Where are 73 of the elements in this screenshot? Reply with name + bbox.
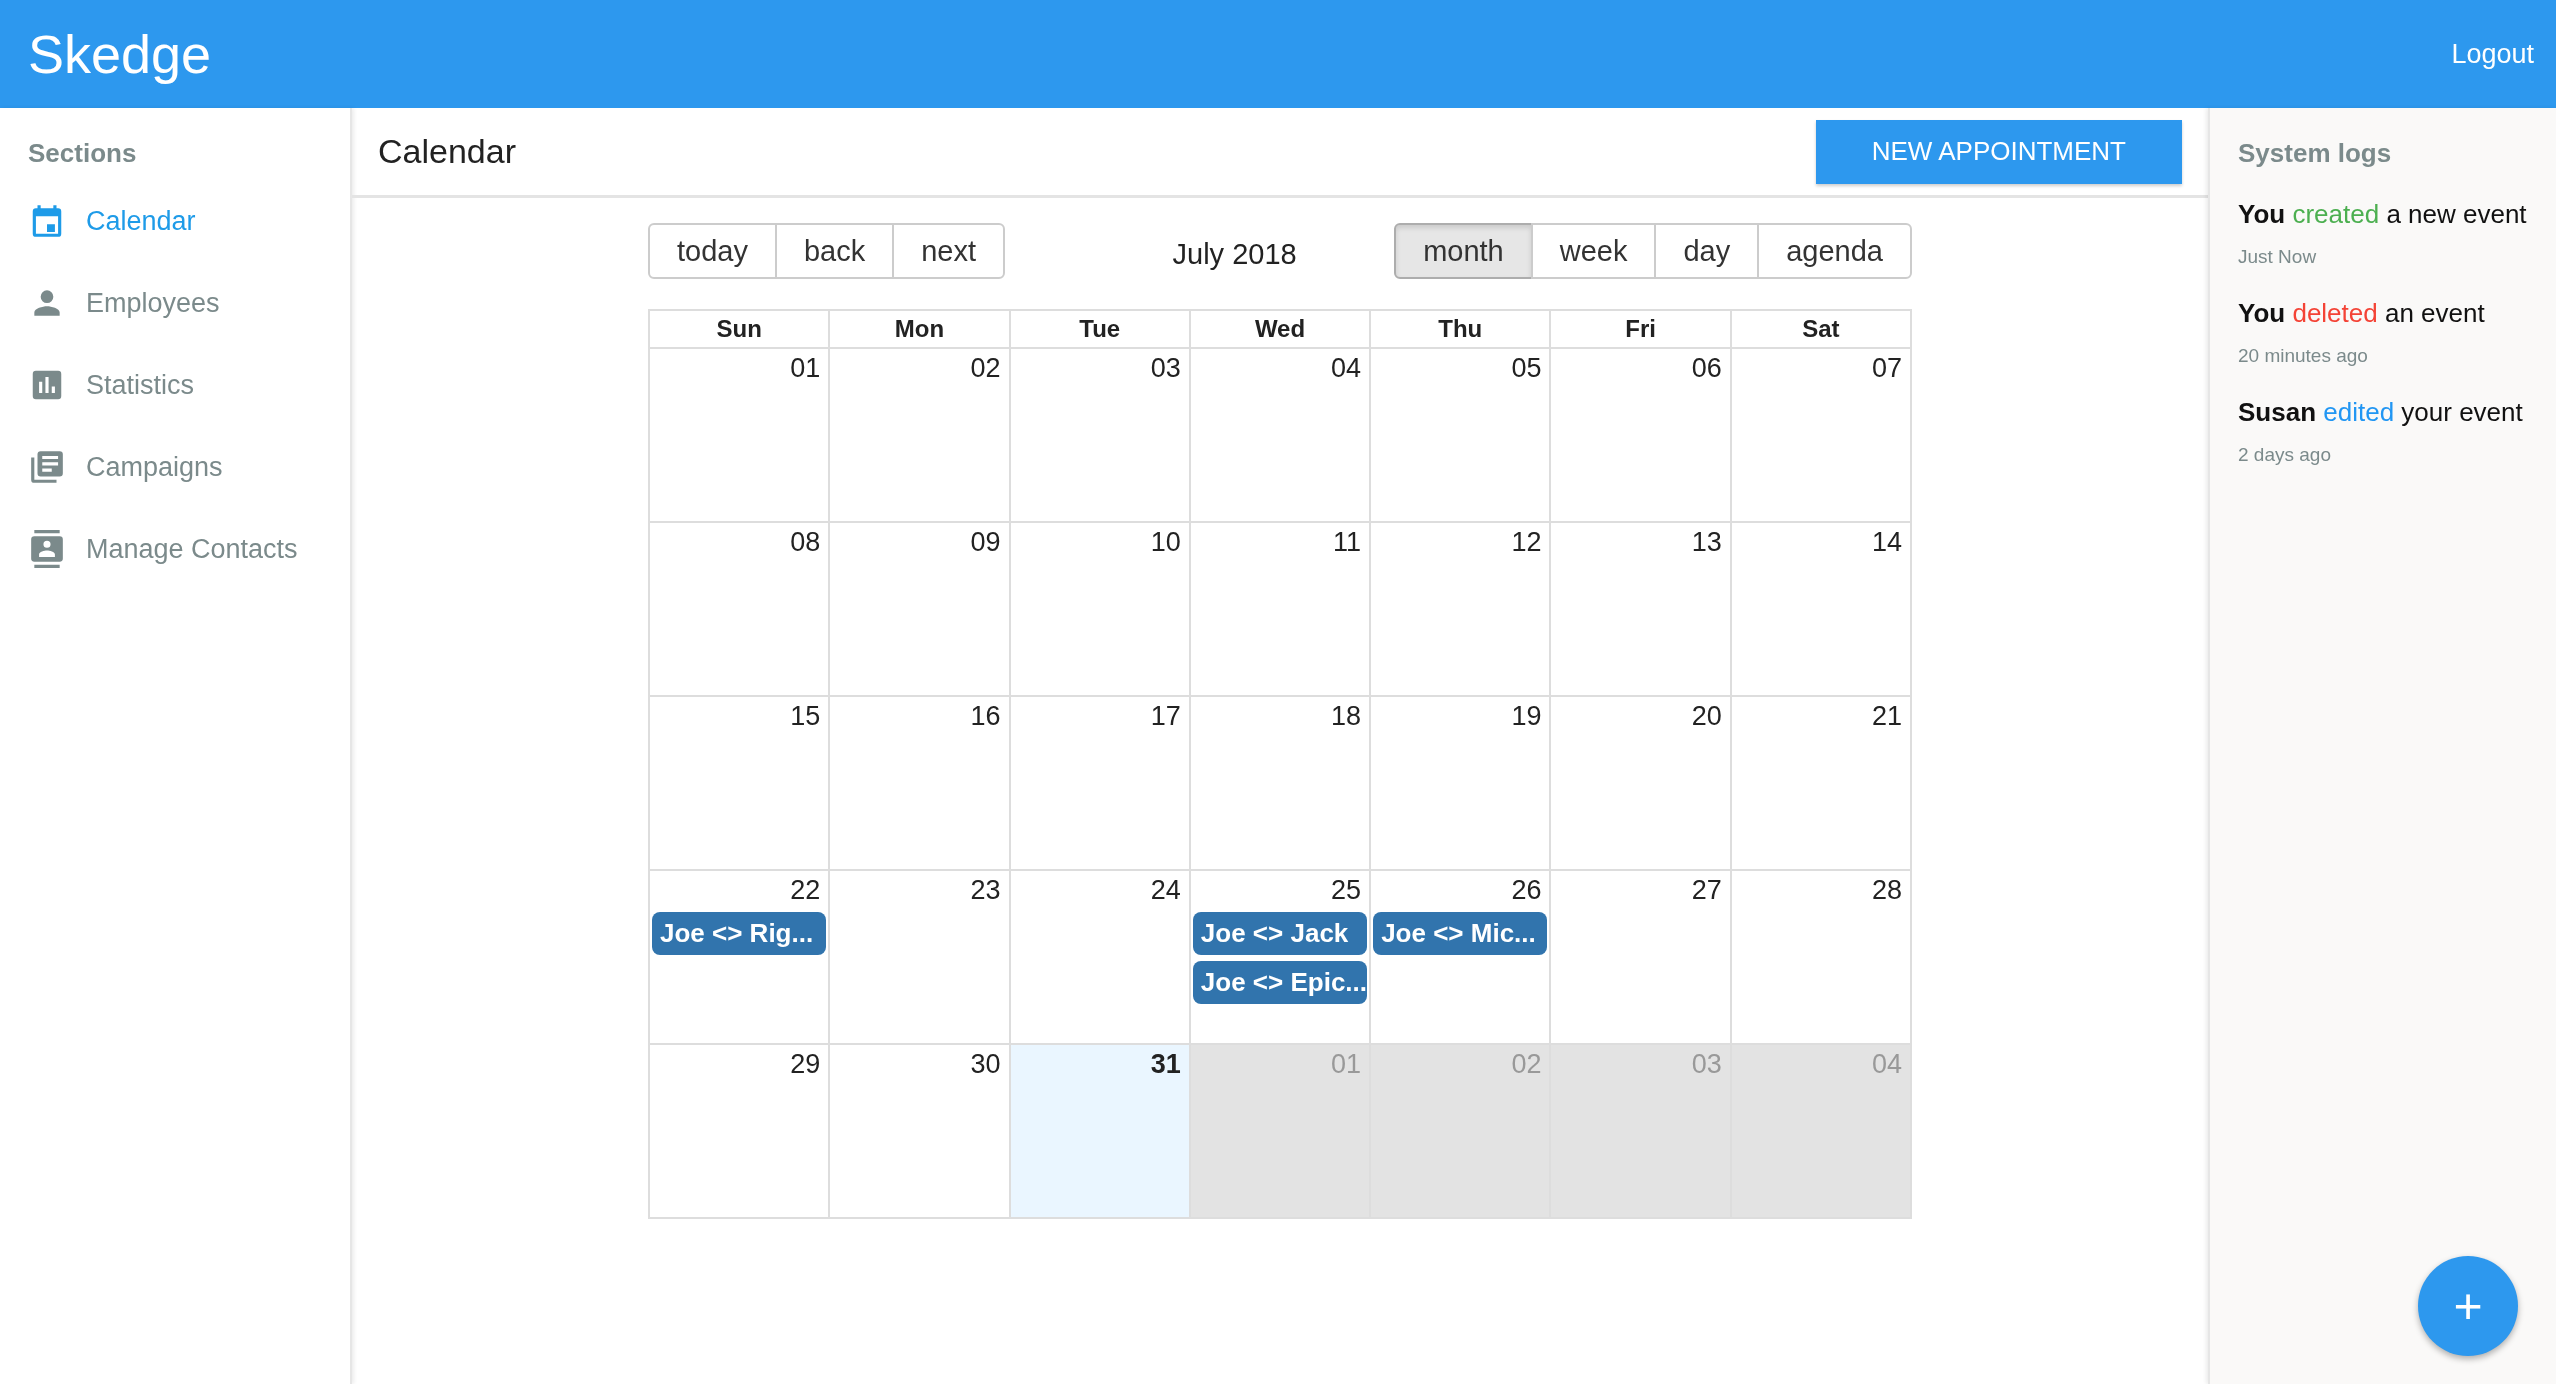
event-chip[interactable]: Joe <> Rig...: [652, 912, 827, 955]
date-number: 06: [1691, 353, 1723, 384]
date-number: 26: [1511, 875, 1543, 906]
date-number: 07: [1871, 353, 1903, 384]
view-tab[interactable]: day: [1654, 223, 1760, 279]
date-number: 10: [1150, 527, 1182, 558]
weekday-header: Tue: [1008, 311, 1189, 347]
date-number: 14: [1871, 527, 1903, 558]
weekday-header: Thu: [1369, 311, 1550, 347]
weekday-header: Fri: [1549, 311, 1730, 347]
date-number: 27: [1691, 875, 1723, 906]
date-number: 22: [790, 875, 822, 906]
page-title: Calendar: [378, 132, 516, 171]
date-number: 12: [1511, 527, 1543, 558]
log-message: You deleted an event: [2238, 298, 2486, 329]
log-message: Susan edited your event: [2238, 397, 2524, 428]
month-label: July 2018: [1172, 236, 1297, 271]
date-number: 13: [1691, 527, 1723, 558]
date-number: 05: [1511, 353, 1543, 384]
date-number: 01: [790, 353, 822, 384]
weekday-header: Sat: [1729, 311, 1910, 347]
sidebar-item[interactable]: Manage Contacts: [28, 531, 350, 567]
date-number: 03: [1150, 353, 1182, 384]
date-number: 19: [1511, 701, 1543, 732]
date-number: 03: [1691, 1049, 1723, 1080]
event-chip[interactable]: Joe <> Jack: [1192, 912, 1368, 955]
sidebar-item[interactable]: Statistics: [28, 367, 350, 403]
date-number: 25: [1331, 875, 1363, 906]
contact-card-icon: [28, 530, 66, 568]
date-number: 20: [1691, 701, 1723, 732]
date-number: 11: [1333, 527, 1363, 558]
nav-button[interactable]: back: [774, 223, 895, 279]
sidebar-item[interactable]: Calendar: [28, 203, 350, 239]
weekday-header: Mon: [828, 311, 1009, 347]
date-number: 23: [970, 875, 1002, 906]
date-number: 24: [1150, 875, 1182, 906]
weekday-header: Sun: [648, 311, 829, 347]
date-number: 15: [790, 701, 822, 732]
new-appointment-button[interactable]: NEW APPOINTMENT: [1815, 119, 2182, 184]
date-number: 30: [970, 1049, 1002, 1080]
date-number: 04: [1331, 353, 1363, 384]
nav-button[interactable]: next: [892, 223, 1006, 279]
date-number: 09: [970, 527, 1002, 558]
date-number: 01: [1331, 1049, 1363, 1080]
date-number: 18: [1331, 701, 1363, 732]
weekday-header: Wed: [1188, 311, 1370, 347]
date-number: 17: [1150, 701, 1182, 732]
date-number: 02: [970, 353, 1002, 384]
log-time: 2 days ago: [2238, 444, 2332, 466]
date-number: 31: [1150, 1049, 1182, 1080]
log-time: Just Now: [2238, 246, 2318, 268]
view-tab[interactable]: agenda: [1757, 223, 1912, 279]
date-number: 28: [1871, 875, 1903, 906]
nav-button[interactable]: today: [648, 223, 777, 279]
date-number: 02: [1511, 1049, 1543, 1080]
event-chip[interactable]: Joe <> Epic...: [1192, 961, 1368, 1004]
date-number: 04: [1871, 1049, 1903, 1080]
logs-heading: System logs: [2238, 138, 2393, 169]
log-message: You created a new event: [2238, 199, 2528, 230]
document-list-icon: [28, 448, 66, 486]
sidebar-item[interactable]: Campaigns: [28, 449, 350, 485]
date-number: 08: [790, 527, 822, 558]
view-tab[interactable]: month: [1394, 223, 1533, 279]
view-tab[interactable]: week: [1530, 223, 1657, 279]
date-number: 29: [790, 1049, 822, 1080]
log-time: 20 minutes ago: [2238, 345, 2369, 367]
app-title: Skedge: [28, 23, 212, 85]
logout-link[interactable]: Logout: [2451, 38, 2534, 70]
date-number: 16: [970, 701, 1002, 732]
sidebar-heading: Sections: [28, 138, 138, 169]
date-number: 21: [1871, 701, 1903, 732]
event-chip[interactable]: Joe <> Mic...: [1373, 912, 1548, 955]
sidebar-item[interactable]: Employees: [28, 285, 350, 321]
